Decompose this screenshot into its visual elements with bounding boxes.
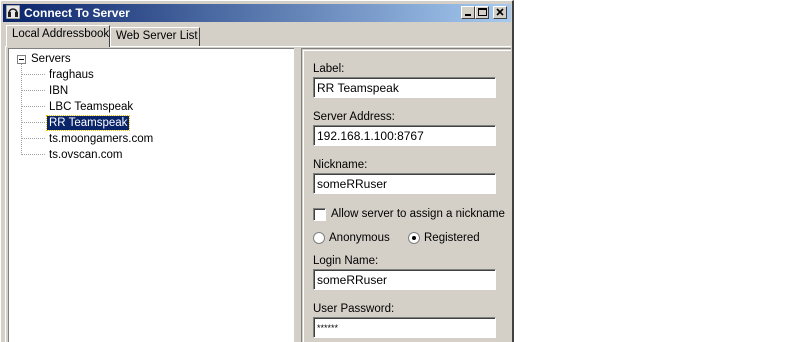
close-icon [496,8,504,16]
connect-dialog: Connect To Server Local Addressbook Web … [0,0,514,342]
tab-label: Web Server List [116,30,198,42]
server-address-value: 192.168.1.100:8767 [314,126,495,145]
tab-web-server-list[interactable]: Web Server List [110,27,200,46]
anonymous-label[interactable]: Anonymous [329,232,390,244]
server-address-caption: Server Address: [313,111,395,123]
tree-connector [21,138,45,139]
tree-connector [21,154,45,155]
tree-item-lbc-teamspeak[interactable]: LBC Teamspeak [47,100,135,114]
title-bar[interactable]: Connect To Server [3,4,511,22]
tree-item-rr-teamspeak[interactable]: RR Teamspeak [45,115,131,131]
tree-item-ts-moongamers[interactable]: ts.moongamers.com [47,132,155,146]
tab-label: Local Addressbook [12,28,110,40]
tree-connector [21,74,45,75]
server-tree[interactable]: Servers fraghaus IBN LBC Teamspeak RR Te… [8,48,294,342]
login-name-caption: Login Name: [313,255,379,267]
registered-radio[interactable] [408,232,420,244]
minimize-button[interactable] [461,6,475,19]
allow-nickname-checkbox[interactable] [313,208,326,221]
user-password-caption: User Password: [313,303,395,315]
label-input[interactable]: RR Teamspeak [312,76,497,99]
server-details-panel: Label: RR Teamspeak Server Address: 192.… [301,48,511,342]
login-name-input[interactable]: someRRuser [312,268,497,291]
maximize-button[interactable] [475,6,489,19]
login-name-value: someRRuser [314,270,495,289]
label-caption: Label: [313,63,345,75]
tree-item-ibn[interactable]: IBN [47,84,70,98]
user-password-value: ****** [314,318,495,337]
maximize-icon [478,8,487,16]
headset-app-icon [5,4,21,20]
tree-connector [21,106,45,107]
tree-item-ts-ovscan[interactable]: ts.ovscan.com [47,148,125,162]
tree-connector [21,64,22,155]
nickname-value: someRRuser [314,174,495,193]
label-input-value: RR Teamspeak [314,78,495,97]
allow-nickname-label[interactable]: Allow server to assign a nickname [331,208,505,220]
nickname-caption: Nickname: [313,159,368,171]
tree-connector [21,90,45,91]
tree-connector [21,122,45,123]
collapse-icon[interactable] [17,55,26,64]
tab-local-addressbook[interactable]: Local Addressbook [6,25,110,47]
minimize-icon [465,14,471,16]
user-password-input[interactable]: ****** [312,316,497,339]
tree-item-fraghaus[interactable]: fraghaus [47,68,96,82]
tree-root-servers[interactable]: Servers [29,52,73,66]
window-title: Connect To Server [24,6,130,20]
server-address-input[interactable]: 192.168.1.100:8767 [312,124,497,147]
close-button[interactable] [493,6,507,19]
anonymous-radio[interactable] [313,232,325,244]
registered-label[interactable]: Registered [424,232,480,244]
nickname-input[interactable]: someRRuser [312,172,497,195]
